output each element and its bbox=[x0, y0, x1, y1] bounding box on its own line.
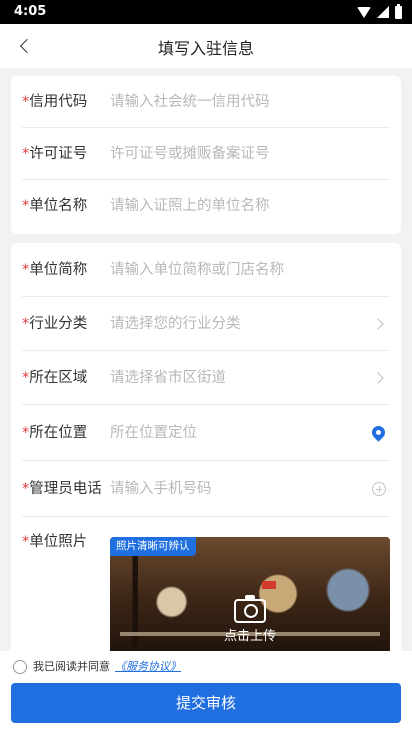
short-name-field[interactable]: *单位简称 请输入单位简称或门店名称 bbox=[22, 243, 390, 297]
agree-text: 我已阅读并同意 bbox=[33, 660, 110, 673]
location-input[interactable]: 所在位置定位 bbox=[110, 405, 197, 461]
chevron-right-icon[interactable] bbox=[372, 372, 384, 384]
service-agreement-link[interactable]: 《服务协议》 bbox=[115, 660, 181, 674]
unit-name-field[interactable]: *单位名称 请输入证照上的单位名称 bbox=[22, 180, 390, 232]
short-name-label: *单位简称 bbox=[22, 262, 88, 278]
license-number-field[interactable]: *许可证号 许可证号或摊贩备案证号 bbox=[22, 128, 390, 180]
unit-name-input[interactable]: 请输入证照上的单位名称 bbox=[110, 180, 270, 232]
region-field[interactable]: *所在区域 请选择省市区街道 bbox=[22, 351, 390, 405]
industry-field[interactable]: *行业分类 请选择您的行业分类 bbox=[22, 297, 390, 351]
chevron-right-icon[interactable] bbox=[372, 318, 384, 330]
credit-code-label: *信用代码 bbox=[22, 94, 88, 110]
region-select[interactable]: 请选择省市区街道 bbox=[110, 351, 226, 405]
battery-icon bbox=[395, 3, 402, 19]
location-pin-icon[interactable] bbox=[369, 423, 388, 442]
short-name-input[interactable]: 请输入单位简称或门店名称 bbox=[110, 243, 284, 297]
industry-label: *行业分类 bbox=[22, 316, 88, 332]
location-field[interactable]: *所在位置 所在位置定位 bbox=[22, 405, 390, 461]
divider bbox=[22, 516, 390, 517]
license-number-input[interactable]: 许可证号或摊贩备案证号 bbox=[110, 128, 270, 180]
unit-photo-label: *单位照片 bbox=[22, 534, 88, 550]
basic-info-card: *信用代码 请输入社会统一信用代码 *许可证号 许可证号或摊贩备案证号 *单位名… bbox=[11, 76, 401, 234]
credit-code-input[interactable]: 请输入社会统一信用代码 bbox=[110, 76, 270, 128]
photo-tip-badge: 照片清晰可辨认 bbox=[110, 537, 196, 556]
page-title: 填写入驻信息 bbox=[157, 39, 254, 58]
wifi-icon bbox=[357, 6, 371, 18]
location-label: *所在位置 bbox=[22, 425, 88, 441]
status-bar: 4:05 bbox=[0, 0, 412, 24]
region-label: *所在区域 bbox=[22, 370, 88, 386]
photo-sign bbox=[262, 581, 276, 589]
admin-phone-input[interactable]: 请输入手机号码 bbox=[110, 461, 212, 517]
photo-upload[interactable]: 照片清晰可辨认 点击上传 bbox=[110, 537, 390, 655]
admin-phone-label: *管理员电话 bbox=[22, 481, 102, 497]
camera-icon[interactable] bbox=[234, 595, 266, 623]
license-number-label: *许可证号 bbox=[22, 146, 88, 162]
admin-phone-field[interactable]: *管理员电话 请输入手机号码 bbox=[22, 461, 390, 517]
plus-circle-icon[interactable] bbox=[372, 482, 386, 496]
upload-label[interactable]: 点击上传 bbox=[110, 625, 390, 644]
signal-icon bbox=[377, 6, 389, 18]
nav-bar: 填写入驻信息 bbox=[0, 24, 412, 68]
credit-code-field[interactable]: *信用代码 请输入社会统一信用代码 bbox=[22, 76, 390, 128]
submit-button[interactable]: 提交审核 bbox=[11, 683, 401, 723]
agree-checkbox[interactable] bbox=[13, 660, 27, 674]
industry-select[interactable]: 请选择您的行业分类 bbox=[110, 297, 241, 351]
status-time: 4:05 bbox=[14, 4, 47, 19]
unit-name-label: *单位名称 bbox=[22, 198, 88, 214]
status-icons bbox=[357, 3, 402, 19]
footer: 我已阅读并同意 《服务协议》 提交审核 bbox=[0, 651, 412, 734]
